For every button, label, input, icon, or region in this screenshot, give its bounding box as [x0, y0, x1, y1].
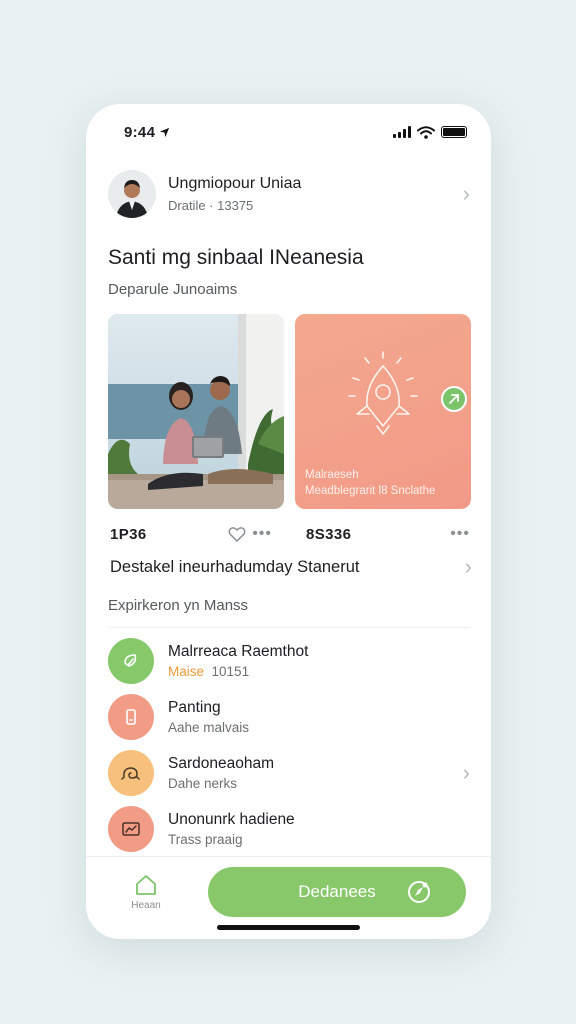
- stat-value: 1P36: [110, 525, 147, 543]
- phone-frame: 9:44 Ungmiopour Uniaa Dratile · 13375 › …: [86, 104, 491, 939]
- tab-home-label: Heaan: [131, 900, 161, 911]
- page-subtitle: Deparule Junoaims: [108, 281, 238, 298]
- divider: [108, 627, 470, 628]
- tab-home[interactable]: Heaan: [124, 873, 168, 911]
- signal-icon: [393, 126, 411, 138]
- stat-row-left: 1P36 •••: [110, 524, 272, 544]
- promo-card[interactable]: Malraeseh Meadblegrarit l8 Snclathe: [295, 314, 471, 509]
- list-item[interactable]: Panting Aahe malvais: [108, 693, 470, 741]
- list-item-sub: Trass praaig: [168, 832, 243, 847]
- profile-name: Ungmiopour Uniaa: [168, 175, 302, 192]
- more-icon[interactable]: •••: [252, 525, 272, 543]
- list-item-sub: 10151: [211, 664, 250, 679]
- couple-photo: [108, 314, 284, 509]
- compass-icon: [408, 881, 430, 903]
- status-bar: 9:44: [86, 104, 491, 160]
- avatar[interactable]: [108, 170, 156, 218]
- section-title: Expirkeron yn Manss: [108, 597, 249, 614]
- primary-action-label: Dedanees: [298, 882, 376, 901]
- list-item-title: Unonunrk hadiene: [168, 811, 295, 828]
- promo-text: Malraeseh Meadblegrarit l8 Snclathe: [305, 467, 435, 499]
- list-item-sub: Dahe nerks: [168, 776, 238, 791]
- arrow-icon: [449, 394, 459, 404]
- stat-value: 8S336: [306, 525, 352, 543]
- page-title: Santi mg sinbaal INeanesia: [108, 246, 364, 269]
- shell-icon: [108, 750, 154, 796]
- promo-action-button[interactable]: [441, 386, 467, 412]
- list-item-title: Malrreaca Raemthot: [168, 643, 309, 660]
- list-item-sub: Aahe malvais: [168, 720, 250, 735]
- profile-row[interactable]: Ungmiopour Uniaa Dratile · 13375 ›: [108, 168, 470, 220]
- chevron-right-icon[interactable]: ›: [465, 556, 472, 578]
- heart-icon[interactable]: [228, 526, 246, 542]
- chart-icon: [108, 806, 154, 852]
- stat-row-right: 8S336 •••: [306, 524, 470, 544]
- profile-meta: Dratile · 13375: [168, 198, 254, 213]
- home-indicator: [217, 925, 360, 930]
- list-item[interactable]: Unonunrk hadiene Trass praaig: [108, 805, 470, 853]
- home-icon: [136, 875, 156, 895]
- list-item[interactable]: Malrreaca Raemthot Maise 10151: [108, 637, 470, 685]
- leaf-icon: [108, 638, 154, 684]
- phone-icon: [108, 694, 154, 740]
- chevron-right-icon[interactable]: ›: [463, 183, 470, 205]
- list-item[interactable]: Sardoneaoham Dahe nerks ›: [108, 749, 470, 797]
- wifi-icon: [417, 125, 435, 139]
- promo-line-2: Meadblegrarit l8 Snclathe: [305, 485, 436, 497]
- status-time: 9:44: [124, 123, 156, 141]
- promo-line-1: Malraeseh: [305, 469, 359, 481]
- more-icon[interactable]: •••: [450, 525, 470, 543]
- chevron-right-icon[interactable]: ›: [463, 762, 470, 784]
- list-item-tag: Maise: [168, 664, 205, 679]
- feature-link-label: Destakel ineurhadumday Stanerut: [110, 557, 360, 576]
- list-item-title: Sardoneaoham: [168, 755, 274, 772]
- photo-card[interactable]: [108, 314, 284, 509]
- feature-link[interactable]: Destakel ineurhadumday Stanerut ›: [110, 556, 472, 578]
- location-arrow-icon: [160, 127, 170, 137]
- list-item-title: Panting: [168, 699, 221, 716]
- battery-icon: [441, 126, 467, 138]
- primary-action-button[interactable]: Dedanees: [208, 867, 466, 917]
